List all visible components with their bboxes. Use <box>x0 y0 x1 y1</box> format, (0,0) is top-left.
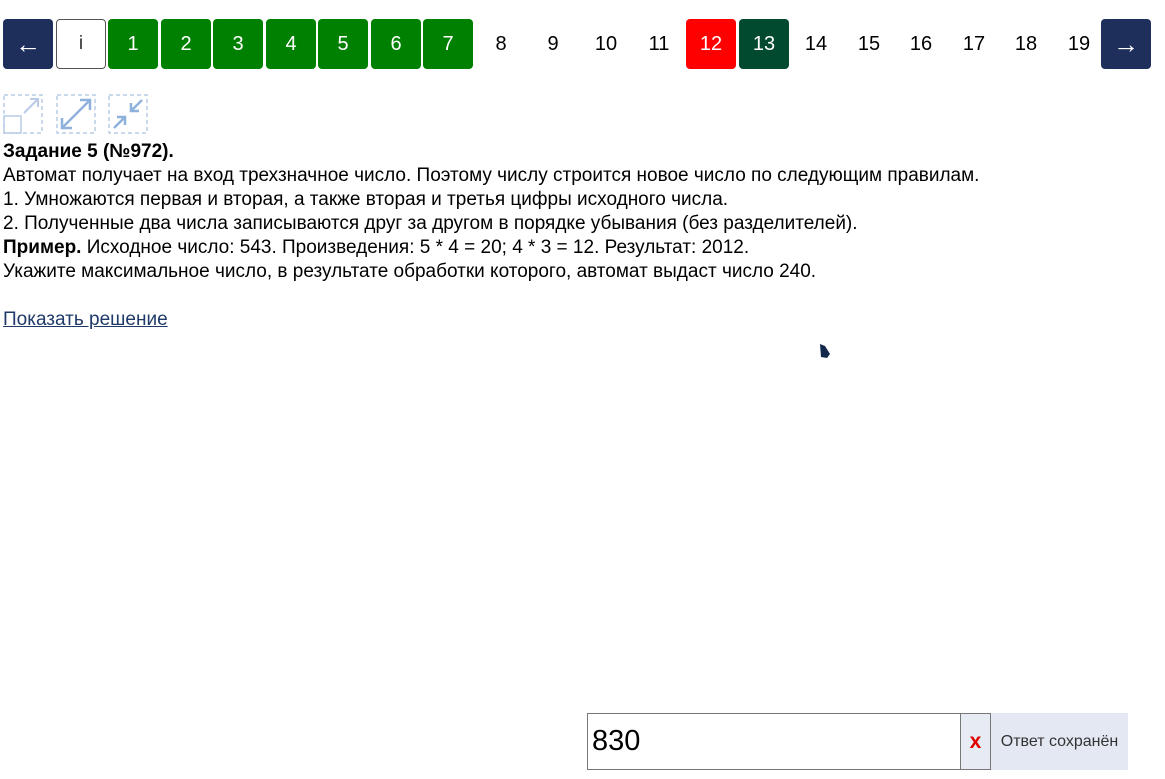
task-page-button[interactable]: 2 <box>161 19 211 69</box>
answer-input[interactable] <box>587 713 961 770</box>
task-example: Пример. Исходное число: 543. Произведени… <box>3 236 1153 260</box>
example-text: Исходное число: 543. Произведения: 5 * 4… <box>81 237 750 258</box>
task-page-button[interactable]: 7 <box>423 19 473 69</box>
task-page-button[interactable]: 14 <box>791 19 841 69</box>
task-line: Автомат получает на вход трехзначное чис… <box>3 165 980 186</box>
task-page-button[interactable]: 13 <box>739 19 789 69</box>
task-page-button[interactable]: 4 <box>266 19 316 69</box>
task-page-button[interactable]: 11 <box>634 19 684 69</box>
task-page-button[interactable]: 1 <box>108 19 158 69</box>
task-page-button[interactable]: 3 <box>213 19 263 69</box>
task-page-button[interactable]: 19 <box>1054 19 1104 69</box>
task-navigation: ← i 1 2 3 4 5 6 7 8 9 10 11 12 13 14 15 16 17 18 19 → <box>3 19 1153 69</box>
task-content: Задание 5 (№972). Автомат получает на вх… <box>3 140 1153 332</box>
next-button[interactable]: → <box>1101 19 1151 69</box>
task-title: Задание 5 (№972). <box>3 141 174 162</box>
task-line: 1. Умножаются первая и вторая, а также в… <box>3 189 729 210</box>
info-button[interactable]: i <box>56 19 106 69</box>
answer-status: Ответ сохранён <box>991 713 1128 770</box>
task-page-button[interactable]: 10 <box>581 19 631 69</box>
shrink-icon[interactable] <box>108 94 148 134</box>
task-page-button[interactable]: 9 <box>528 19 578 69</box>
task-page-button[interactable]: 16 <box>896 19 946 69</box>
example-label: Пример. <box>3 237 82 258</box>
task-page-button[interactable]: 17 <box>949 19 999 69</box>
task-line: 2. Полученные два числа записываются дру… <box>3 213 858 234</box>
task-page-button[interactable]: 15 <box>844 19 894 69</box>
clear-answer-button[interactable]: x <box>961 713 991 770</box>
mouse-cursor-icon <box>820 344 830 358</box>
task-page-button[interactable]: 18 <box>1001 19 1051 69</box>
view-toolbar <box>3 94 153 134</box>
task-page-button[interactable]: 8 <box>476 19 526 69</box>
task-page-button[interactable]: 6 <box>371 19 421 69</box>
task-question: Укажите максимальное число, в результате… <box>3 261 817 282</box>
expand-corner-icon[interactable] <box>3 94 43 134</box>
show-solution-link[interactable]: Показать решение <box>3 309 168 330</box>
task-page-button[interactable]: 5 <box>318 19 368 69</box>
fullscreen-icon[interactable] <box>56 94 96 134</box>
prev-button[interactable]: ← <box>3 19 53 69</box>
task-page-button[interactable]: 12 <box>686 19 736 69</box>
